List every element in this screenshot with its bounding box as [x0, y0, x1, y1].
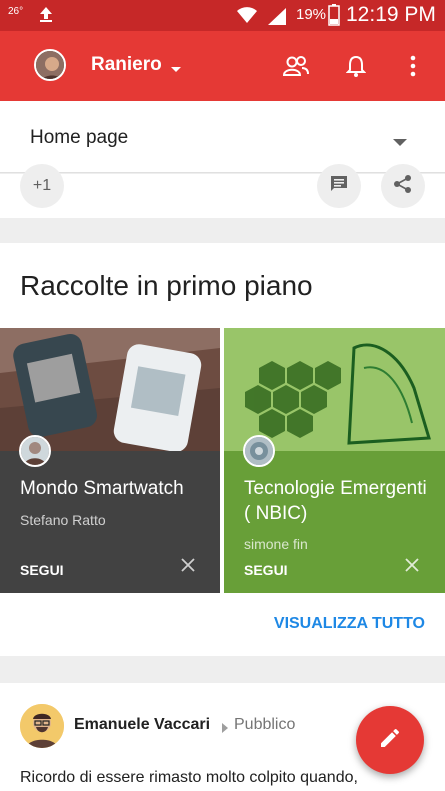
weather-temperature: 26° — [8, 6, 24, 17]
previous-post-actions: +1 — [0, 164, 445, 218]
collection-owner: simone fin — [244, 536, 308, 552]
post-visibility: Pubblico — [234, 716, 296, 733]
page-selector[interactable]: Home page — [0, 101, 445, 173]
close-icon[interactable] — [180, 557, 200, 577]
view-all-button[interactable]: VISUALIZZA TUTTO — [274, 615, 425, 633]
account-name[interactable]: Raniero — [91, 54, 162, 76]
chevron-right-icon — [222, 720, 228, 738]
collection-owner-avatar — [19, 435, 51, 467]
collection-info: Mondo Smartwatch Stefano Ratto SEGUI — [0, 451, 220, 593]
status-bar: 26° 19% 12:19 PM — [0, 0, 445, 31]
featured-collections-card: Raccolte in primo piano Mondo Smartwatch… — [0, 243, 445, 656]
collection-owner-avatar — [243, 435, 275, 467]
comment-button[interactable] — [317, 164, 361, 208]
plus-one-label: +1 — [32, 177, 52, 194]
battery-icon — [328, 4, 340, 31]
chevron-down-icon[interactable] — [170, 61, 182, 79]
people-icon[interactable] — [283, 53, 309, 79]
collections-title: Raccolte in primo piano — [20, 270, 313, 301]
collection-cover-image — [224, 328, 445, 451]
share-icon — [393, 174, 413, 199]
battery-percentage: 19% — [296, 6, 327, 23]
collection-cover-image — [0, 328, 220, 452]
author-name[interactable]: Emanuele Vaccari — [74, 716, 210, 734]
account-avatar[interactable] — [34, 49, 66, 81]
comment-icon — [329, 174, 349, 199]
overflow-menu-icon[interactable] — [400, 53, 426, 79]
post-text: Ricordo di essere rimasto molto colpito … — [20, 769, 358, 786]
collection-info: Tecnologie Emergenti ( NBIC) simone fin … — [224, 451, 445, 593]
dropdown-arrow-icon — [393, 134, 407, 152]
collection-card[interactable]: Tecnologie Emergenti ( NBIC) simone fin … — [224, 328, 445, 593]
signal-icon — [266, 6, 288, 31]
collection-owner: Stefano Ratto — [20, 512, 106, 528]
collection-name: Tecnologie Emergenti ( NBIC) — [244, 478, 427, 524]
collection-card[interactable]: Mondo Smartwatch Stefano Ratto SEGUI — [0, 328, 220, 593]
wifi-icon — [236, 5, 258, 30]
share-button[interactable] — [381, 164, 425, 208]
follow-button[interactable]: SEGUI — [244, 562, 288, 578]
follow-button[interactable]: SEGUI — [20, 562, 64, 578]
author-avatar[interactable] — [20, 704, 64, 748]
compose-post-button[interactable] — [356, 706, 424, 774]
collection-name: Mondo Smartwatch — [20, 478, 184, 499]
download-icon — [38, 5, 54, 28]
app-bar: Raniero — [0, 31, 445, 101]
pencil-icon — [378, 726, 402, 755]
page-selector-label: Home page — [30, 127, 129, 148]
bell-icon[interactable] — [343, 53, 369, 79]
clock: 12:19 PM — [346, 3, 436, 26]
close-icon[interactable] — [404, 557, 424, 577]
plus-one-button[interactable]: +1 — [20, 164, 64, 208]
